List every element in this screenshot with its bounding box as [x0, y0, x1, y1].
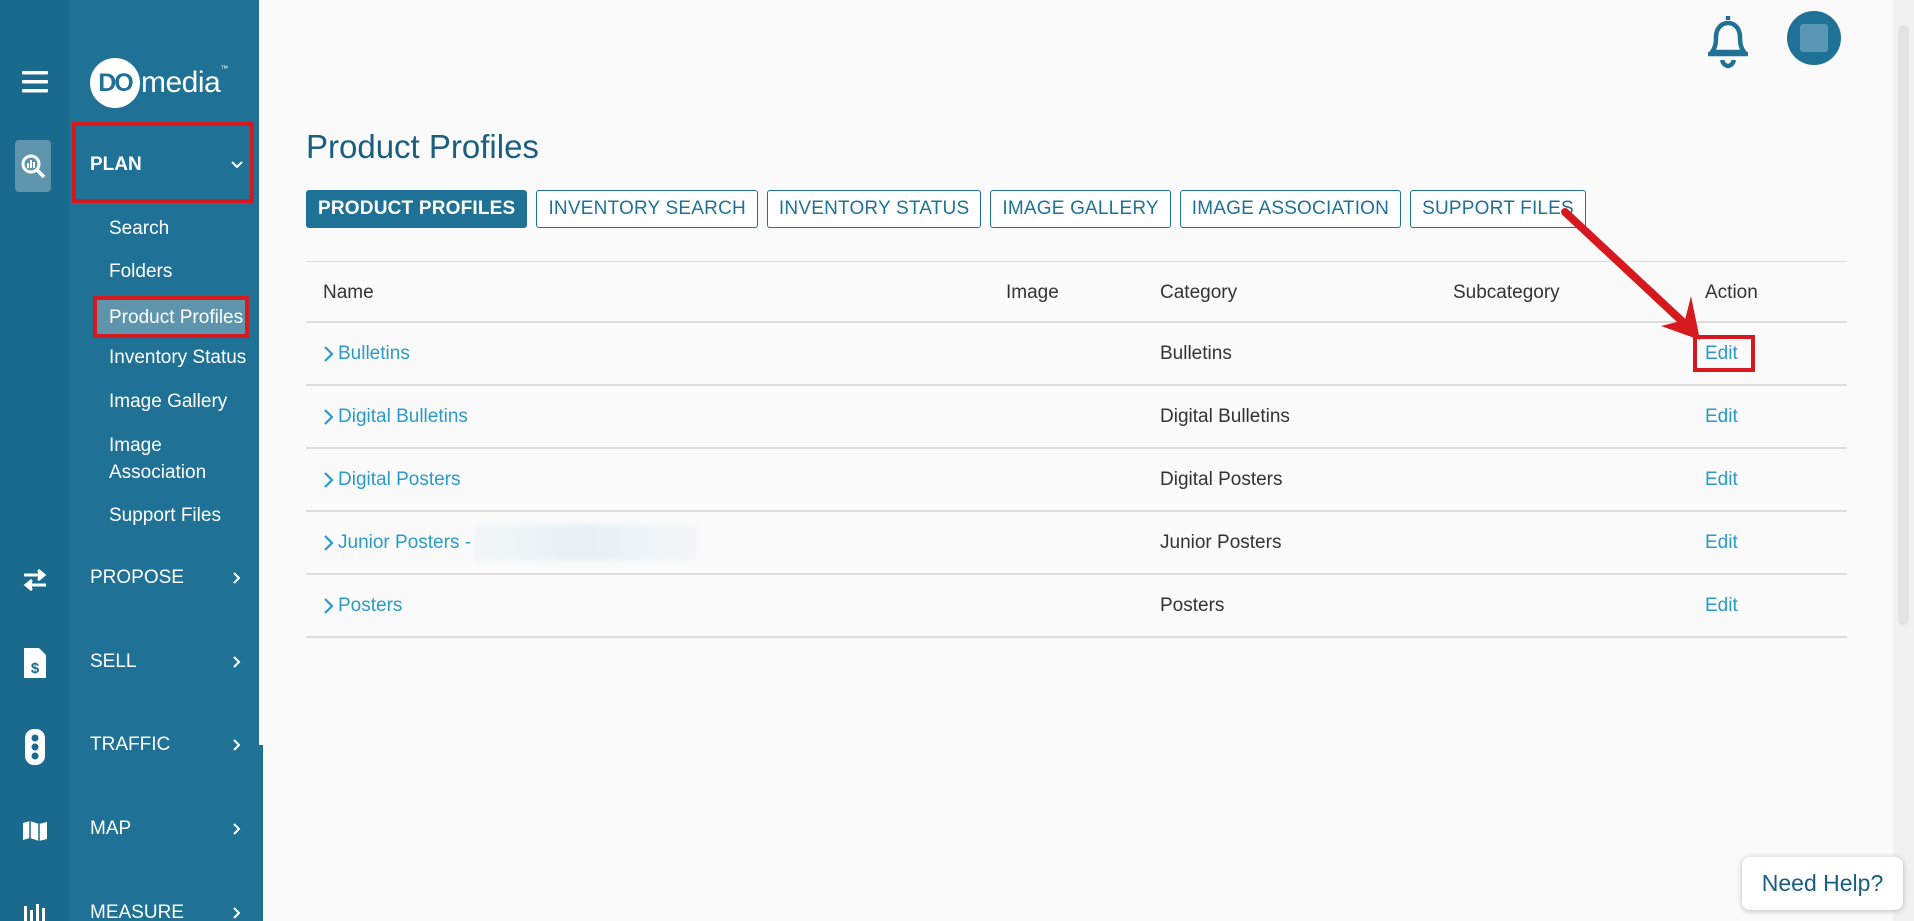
- chevron-right-icon: [229, 905, 245, 921]
- sub-tabs: PRODUCT PROFILES INVENTORY SEARCH INVENT…: [306, 190, 1586, 228]
- domedia-logo: DO media ™: [90, 58, 228, 108]
- table-row: Posters Posters Edit: [306, 575, 1847, 638]
- user-avatar[interactable]: [1787, 11, 1841, 65]
- redacted-text: [474, 525, 699, 561]
- column-header-image: Image: [1006, 282, 1059, 303]
- plan-search-icon[interactable]: [15, 140, 51, 192]
- nav-item-image-association[interactable]: Image Association: [109, 432, 229, 486]
- nav-item-inventory-status[interactable]: Inventory Status: [109, 344, 246, 371]
- chevron-right-icon: [322, 534, 336, 552]
- chevron-right-icon: [229, 737, 245, 753]
- sell-invoice-icon[interactable]: $: [0, 645, 69, 681]
- table-row: Digital Bulletins Digital Bulletins Edit: [306, 386, 1847, 449]
- nav-panel-edge: [259, 745, 263, 921]
- nav-section-propose[interactable]: PROPOSE: [69, 560, 259, 596]
- row-category: Digital Bulletins: [1160, 406, 1290, 427]
- nav-item-product-profiles[interactable]: Product Profiles: [93, 296, 249, 338]
- chevron-right-icon: [229, 821, 245, 837]
- row-category: Junior Posters: [1160, 532, 1282, 553]
- need-help-button[interactable]: Need Help?: [1742, 857, 1903, 910]
- chevron-right-icon: [229, 654, 245, 670]
- chevron-right-icon: [229, 570, 245, 586]
- page-title: Product Profiles: [306, 128, 539, 165]
- tab-image-association[interactable]: IMAGE ASSOCIATION: [1179, 190, 1402, 228]
- column-header-category[interactable]: Category: [1160, 282, 1237, 304]
- nav-section-measure[interactable]: MEASURE: [69, 895, 259, 921]
- chevron-right-icon: [322, 345, 336, 363]
- propose-arrows-icon[interactable]: [0, 565, 69, 595]
- row-name-link[interactable]: Junior Posters -: [322, 525, 699, 561]
- edit-link[interactable]: Edit: [1705, 532, 1738, 554]
- notifications-bell-icon[interactable]: [1700, 10, 1756, 75]
- nav-section-plan[interactable]: PLAN: [69, 147, 259, 183]
- column-header-subcategory[interactable]: Subcategory: [1453, 282, 1560, 304]
- nav-item-support-files[interactable]: Support Files: [109, 502, 221, 529]
- nav-item-image-gallery[interactable]: Image Gallery: [109, 388, 227, 415]
- nav-section-sell[interactable]: SELL: [69, 644, 259, 680]
- edit-link[interactable]: Edit: [1705, 595, 1738, 617]
- row-category: Digital Posters: [1160, 469, 1283, 490]
- nav-section-map[interactable]: MAP: [69, 811, 259, 847]
- nav-item-search[interactable]: Search: [109, 215, 169, 242]
- page-scrollbar[interactable]: [1893, 0, 1914, 921]
- chevron-right-icon: [322, 471, 336, 489]
- tab-image-gallery[interactable]: IMAGE GALLERY: [990, 190, 1171, 228]
- map-icon[interactable]: [0, 818, 69, 844]
- icon-rail: $: [0, 0, 69, 921]
- hamburger-menu-icon[interactable]: [0, 66, 69, 98]
- measure-chart-icon[interactable]: [0, 900, 69, 921]
- row-name-link[interactable]: Posters: [322, 595, 402, 617]
- row-name-link[interactable]: Digital Posters: [322, 469, 461, 491]
- chevron-right-icon: [322, 408, 336, 426]
- row-name-link[interactable]: Digital Bulletins: [322, 406, 468, 428]
- table-row: Junior Posters - Junior Posters Edit: [306, 512, 1847, 575]
- edit-link[interactable]: Edit: [1705, 406, 1738, 428]
- row-name-link[interactable]: Bulletins: [322, 343, 410, 365]
- row-category: Posters: [1160, 595, 1225, 616]
- tab-inventory-status[interactable]: INVENTORY STATUS: [766, 190, 982, 228]
- table-row: Digital Posters Digital Posters Edit: [306, 449, 1847, 512]
- traffic-light-icon[interactable]: [0, 727, 69, 767]
- row-category: Bulletins: [1160, 343, 1232, 364]
- nav-item-folders[interactable]: Folders: [109, 258, 172, 285]
- edit-link[interactable]: Edit: [1705, 469, 1738, 491]
- column-header-name[interactable]: Name: [323, 282, 374, 304]
- annotation-arrow: [1561, 208, 1700, 340]
- svg-text:$: $: [30, 660, 39, 677]
- nav-panel: DO media ™ PLAN Search Folders Product P…: [69, 0, 259, 921]
- nav-section-traffic[interactable]: TRAFFIC: [69, 727, 259, 763]
- tab-inventory-search[interactable]: INVENTORY SEARCH: [536, 190, 758, 228]
- chevron-right-icon: [322, 597, 336, 615]
- tab-product-profiles[interactable]: PRODUCT PROFILES: [306, 190, 528, 228]
- chevron-down-icon: [229, 157, 245, 173]
